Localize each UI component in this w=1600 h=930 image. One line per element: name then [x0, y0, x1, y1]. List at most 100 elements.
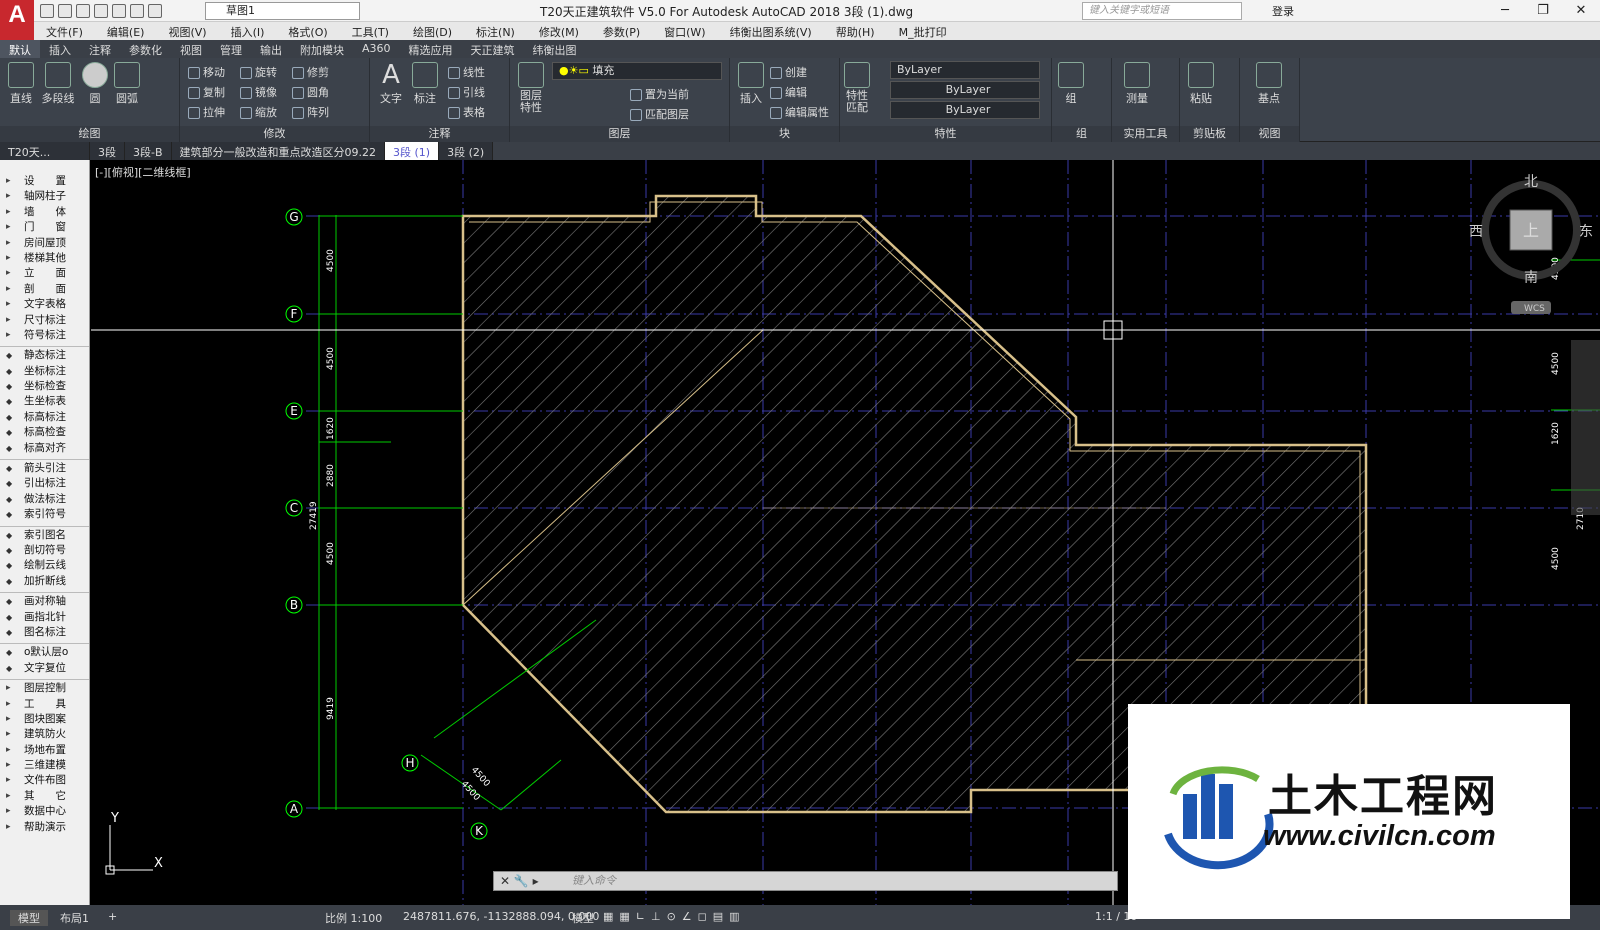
doc-tab-3b[interactable]: 3段-B	[125, 142, 172, 160]
measure-button[interactable]: 测量	[1122, 62, 1152, 106]
print-icon[interactable]	[112, 4, 126, 18]
palette-item[interactable]: 标高对齐	[0, 441, 89, 456]
palette-item[interactable]: 文件布图	[0, 773, 89, 788]
menu-batch-print[interactable]: M_批打印	[887, 22, 959, 40]
panel-utilities-label[interactable]: 实用工具	[1112, 126, 1179, 142]
palette-item[interactable]: 引出标注	[0, 476, 89, 491]
palette-item[interactable]: 尺寸标注	[0, 313, 89, 328]
menu-weiheng[interactable]: 纬衡出图系统(V)	[718, 22, 824, 40]
palette-item[interactable]: 图层控制	[0, 681, 89, 696]
edit-block-button[interactable]: 编辑	[770, 84, 807, 100]
new-file-icon[interactable]	[40, 4, 54, 18]
match-properties-button[interactable]: 特性匹配	[844, 62, 870, 114]
palette-item[interactable]: 画指北针	[0, 610, 89, 625]
doc-tab-3-2[interactable]: 3段 (2)	[439, 142, 494, 160]
palette-item[interactable]: 绘制云线	[0, 558, 89, 573]
palette-item[interactable]: 数据中心	[0, 804, 89, 819]
palette-item[interactable]: 轴网柱子	[0, 189, 89, 204]
palette-item[interactable]: 楼梯其他	[0, 251, 89, 266]
create-block-button[interactable]: 创建	[770, 64, 807, 80]
viewcube-south[interactable]: 南	[1524, 270, 1538, 286]
menu-tools[interactable]: 工具(T)	[340, 22, 401, 40]
tab-annotate[interactable]: 注释	[80, 40, 120, 58]
palette-item[interactable]: 生坐标表	[0, 394, 89, 409]
panel-block-label[interactable]: 块	[730, 126, 839, 142]
line-button[interactable]: 直线	[6, 62, 36, 106]
tab-insert[interactable]: 插入	[40, 40, 80, 58]
group-button[interactable]: 组	[1058, 62, 1084, 106]
move-button[interactable]: 移动	[188, 64, 225, 80]
tab-featured[interactable]: 精选应用	[400, 40, 462, 58]
palette-item[interactable]: 设 置	[0, 174, 89, 189]
model-tab[interactable]: 模型	[10, 910, 48, 926]
menu-draw[interactable]: 绘图(D)	[401, 22, 464, 40]
trim-button[interactable]: 修剪	[292, 64, 329, 80]
layer-properties-button[interactable]: 图层特性	[516, 62, 546, 114]
circle-button[interactable]: 圆	[80, 62, 110, 106]
linear-button[interactable]: 线性	[448, 64, 485, 80]
base-button[interactable]: 基点	[1254, 62, 1284, 106]
palette-item[interactable]: 图块图案	[0, 712, 89, 727]
minimize-icon[interactable]: ─	[1486, 0, 1524, 22]
undo-icon[interactable]	[130, 4, 144, 18]
drafting-toggles[interactable]: ▦▦∟⊥⊙∠◻▤▥	[603, 910, 746, 923]
paste-button[interactable]: 粘贴	[1186, 62, 1216, 106]
copy-button[interactable]: 复制	[188, 84, 225, 100]
palette-item[interactable]: 剖切符号	[0, 543, 89, 558]
linetype-select[interactable]: ByLayer	[890, 81, 1040, 99]
scale-select[interactable]: 比例 1:100	[325, 910, 382, 926]
tab-a360[interactable]: A360	[353, 40, 400, 58]
tab-tangent[interactable]: 天正建筑	[462, 40, 524, 58]
menu-edit[interactable]: 编辑(E)	[95, 22, 157, 40]
palette-item[interactable]: 墙 体	[0, 205, 89, 220]
axis-bubble-b[interactable]: B	[285, 596, 303, 614]
insert-block-button[interactable]: 插入	[736, 62, 766, 106]
palette-item[interactable]: 文字复位	[0, 661, 89, 676]
palette-item[interactable]: 静态标注	[0, 348, 89, 363]
palette-item[interactable]: 坐标标注	[0, 364, 89, 379]
add-layout-icon[interactable]: +	[108, 910, 117, 923]
table-button[interactable]: 表格	[448, 104, 485, 120]
command-close-icon[interactable]: ✕ 🔧 ▸	[500, 874, 539, 888]
panel-groups-label[interactable]: 组	[1052, 126, 1111, 142]
array-button[interactable]: 阵列	[292, 104, 329, 120]
stretch-button[interactable]: 拉伸	[188, 104, 225, 120]
palette-item[interactable]: 加折断线	[0, 574, 89, 589]
palette-item[interactable]: 三维建模	[0, 758, 89, 773]
open-file-icon[interactable]	[58, 4, 72, 18]
tab-parametric[interactable]: 参数化	[120, 40, 171, 58]
command-input[interactable]: 键入命令	[493, 871, 1118, 891]
viewcube[interactable]: 上 北 南 东 西 WCS	[1469, 174, 1593, 314]
viewcube-west[interactable]: 西	[1469, 224, 1483, 240]
palette-item[interactable]: 文字表格	[0, 297, 89, 312]
leader-button[interactable]: 引线	[448, 84, 485, 100]
axis-bubble-a[interactable]: A	[285, 800, 303, 818]
palette-item[interactable]: 画对称轴	[0, 594, 89, 609]
palette-item[interactable]: 索引图名	[0, 528, 89, 543]
color-select[interactable]: ByLayer	[890, 61, 1040, 79]
viewcube-east[interactable]: 东	[1579, 224, 1593, 240]
axis-bubble-f[interactable]: F	[285, 305, 303, 323]
palette-item[interactable]: o默认层o	[0, 645, 89, 660]
model-space-toggle[interactable]: 模型	[572, 910, 594, 926]
save-as-icon[interactable]	[94, 4, 108, 18]
workspace-select[interactable]: 草图1	[205, 2, 360, 20]
axis-bubble-k[interactable]: K	[470, 822, 488, 840]
viewcube-north[interactable]: 北	[1524, 174, 1538, 190]
restore-icon[interactable]: ❐	[1524, 0, 1562, 22]
fillet-button[interactable]: 圆角	[292, 84, 329, 100]
set-current-button[interactable]: 置为当前	[630, 86, 689, 102]
menu-view[interactable]: 视图(V)	[156, 22, 218, 40]
palette-item[interactable]: 箭头引注	[0, 461, 89, 476]
panel-clipboard-label[interactable]: 剪贴板	[1180, 126, 1239, 142]
palette-item[interactable]: 索引符号	[0, 507, 89, 522]
palette-item[interactable]: 坐标检查	[0, 379, 89, 394]
menu-help[interactable]: 帮助(H)	[824, 22, 887, 40]
doc-tab-3-1[interactable]: 3段 (1)	[385, 142, 440, 160]
edit-attr-button[interactable]: 编辑属性	[770, 104, 829, 120]
tab-default[interactable]: 默认	[0, 40, 40, 58]
axis-bubble-c[interactable]: C	[285, 499, 303, 517]
menu-parametric[interactable]: 参数(P)	[591, 22, 652, 40]
palette-item[interactable]: 房间屋顶	[0, 236, 89, 251]
palette-item[interactable]: 图名标注	[0, 625, 89, 640]
